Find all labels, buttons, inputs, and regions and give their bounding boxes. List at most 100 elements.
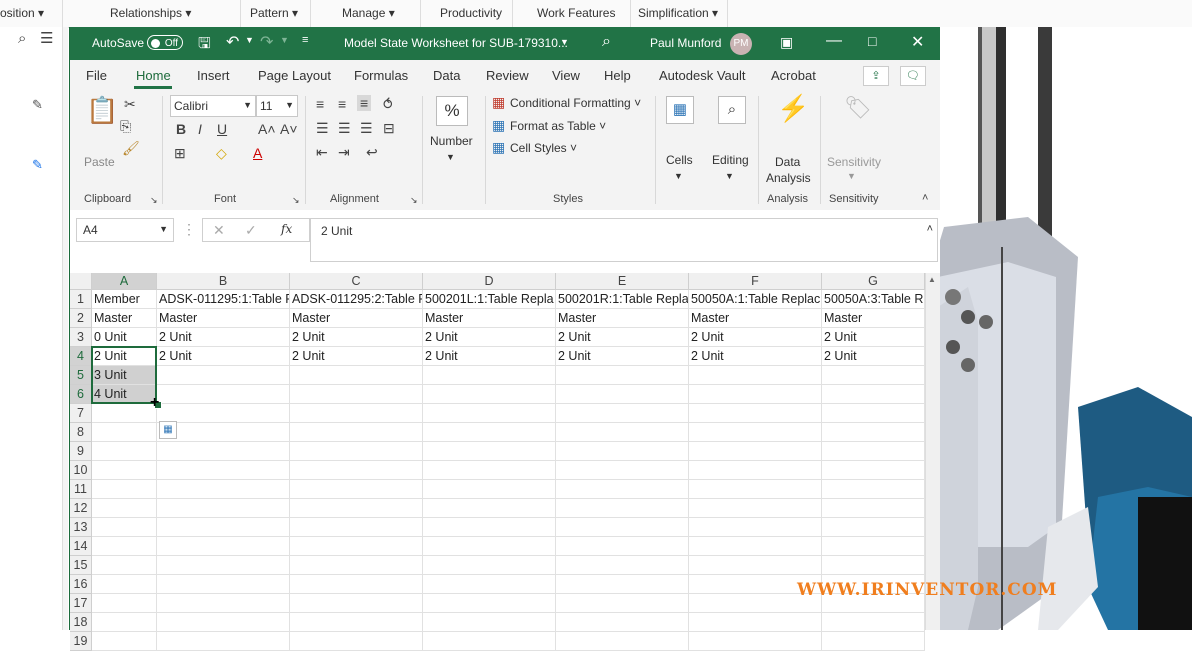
cell-A2[interactable]: Master	[92, 309, 157, 328]
cell-G10[interactable]	[822, 461, 925, 480]
editing-button[interactable]: Editing	[712, 153, 749, 167]
cell-C7[interactable]	[290, 404, 423, 423]
row-header[interactable]: 9	[70, 442, 92, 461]
worksheet-grid[interactable]: A B C D E F G 1 Member ADSK-011295:1:Table F ADSK-…	[70, 273, 925, 651]
menu-icon[interactable]: ☰	[40, 29, 53, 47]
enter-icon[interactable]: ✓	[245, 222, 257, 239]
cell-B13[interactable]	[157, 518, 290, 537]
decrease-indent-icon[interactable]: ⇤	[316, 144, 328, 160]
font-size-select[interactable]: 11 ▼	[256, 95, 298, 117]
cell-F6[interactable]	[689, 385, 822, 404]
cell-A13[interactable]	[92, 518, 157, 537]
share-icon[interactable]: ⇪	[863, 66, 889, 86]
cell-C3[interactable]: 2 Unit	[290, 328, 423, 347]
pencil-icon[interactable]: ✎	[32, 97, 43, 113]
cell-G7[interactable]	[822, 404, 925, 423]
tab-home[interactable]: Home	[136, 68, 171, 83]
cell-C18[interactable]	[290, 613, 423, 632]
cell-B10[interactable]	[157, 461, 290, 480]
inv-menu-position[interactable]: osition ▾	[0, 6, 44, 20]
row-header[interactable]: 5	[70, 366, 92, 385]
cell-E11[interactable]	[556, 480, 689, 499]
cell-A10[interactable]	[92, 461, 157, 480]
cell-F1[interactable]: 50050A:1:Table Replac	[689, 290, 822, 309]
cell-F2[interactable]: Master	[689, 309, 822, 328]
row-header[interactable]: 12	[70, 499, 92, 518]
cell-D8[interactable]	[423, 423, 556, 442]
cell-D17[interactable]	[423, 594, 556, 613]
cell-F11[interactable]	[689, 480, 822, 499]
cell-styles-button[interactable]: Cell Styles ˅	[510, 141, 577, 155]
increase-indent-icon[interactable]: ⇥	[338, 144, 350, 160]
paste-icon[interactable]: 📋	[86, 96, 118, 124]
row-header[interactable]: 17	[70, 594, 92, 613]
cell-B18[interactable]	[157, 613, 290, 632]
cell-E10[interactable]	[556, 461, 689, 480]
column-header[interactable]: G	[822, 273, 925, 290]
row-header[interactable]: 4	[70, 347, 92, 366]
cell-E15[interactable]	[556, 556, 689, 575]
cell-A14[interactable]	[92, 537, 157, 556]
cancel-icon[interactable]: ✕	[213, 222, 225, 239]
cell-E9[interactable]	[556, 442, 689, 461]
vertical-scrollbar[interactable]: ▲	[925, 273, 940, 630]
formula-input[interactable]: 2 Unit ˄	[310, 218, 938, 262]
cell-E6[interactable]	[556, 385, 689, 404]
cell-D1[interactable]: 500201L:1:Table Repla	[423, 290, 556, 309]
cell-B1[interactable]: ADSK-011295:1:Table F	[157, 290, 290, 309]
row-header[interactable]: 16	[70, 575, 92, 594]
cell-C11[interactable]	[290, 480, 423, 499]
cell-G4[interactable]: 2 Unit	[822, 347, 925, 366]
row-header[interactable]: 18	[70, 613, 92, 632]
column-header[interactable]: F	[689, 273, 822, 290]
italic-icon[interactable]: I	[198, 121, 202, 137]
conditional-formatting-button[interactable]: Conditional Formatting ˅	[510, 96, 641, 110]
row-header[interactable]: 1	[70, 290, 92, 309]
row-header[interactable]: 15	[70, 556, 92, 575]
cell-B2[interactable]: Master	[157, 309, 290, 328]
increase-font-icon[interactable]: A˄	[258, 121, 276, 137]
tab-help[interactable]: Help	[604, 68, 631, 83]
font-launcher-icon[interactable]: ↘	[292, 192, 300, 208]
borders-icon[interactable]: ⊞	[174, 145, 186, 161]
cell-A12[interactable]	[92, 499, 157, 518]
format-painter-icon[interactable]: 🖌	[122, 140, 140, 156]
conditional-formatting-icon[interactable]: ▦	[492, 94, 505, 110]
cell-B6[interactable]	[157, 385, 290, 404]
cell-G8[interactable]	[822, 423, 925, 442]
redo-dropdown-icon[interactable]: ▼	[280, 35, 289, 45]
cell-E3[interactable]: 2 Unit	[556, 328, 689, 347]
cell-E7[interactable]	[556, 404, 689, 423]
cell-D10[interactable]	[423, 461, 556, 480]
tab-file[interactable]: File	[86, 68, 107, 83]
inv-menu-productivity[interactable]: Productivity	[440, 6, 502, 20]
cell-E19[interactable]	[556, 632, 689, 651]
row-header[interactable]: 10	[70, 461, 92, 480]
cell-G14[interactable]	[822, 537, 925, 556]
column-header[interactable]: E	[556, 273, 689, 290]
cell-D16[interactable]	[423, 575, 556, 594]
sensitivity-button[interactable]: Sensitivity	[827, 155, 881, 169]
collapse-formula-bar-icon[interactable]: ˄	[927, 223, 933, 235]
alignment-launcher-icon[interactable]: ↘	[410, 192, 418, 208]
cell-E18[interactable]	[556, 613, 689, 632]
column-header[interactable]: D	[423, 273, 556, 290]
search-icon[interactable]: ⌕	[18, 30, 26, 47]
cell-A8[interactable]	[92, 423, 157, 442]
tab-page-layout[interactable]: Page Layout	[258, 68, 331, 83]
cell-F5[interactable]	[689, 366, 822, 385]
inv-menu-manage[interactable]: Manage ▾	[342, 6, 395, 20]
cell-B19[interactable]	[157, 632, 290, 651]
row-header[interactable]: 3	[70, 328, 92, 347]
percent-icon[interactable]: %	[436, 96, 468, 126]
cell-G1[interactable]: 50050A:3:Table R	[822, 290, 925, 309]
cell-F15[interactable]	[689, 556, 822, 575]
format-as-table-button[interactable]: Format as Table ˅	[510, 119, 606, 133]
cell-B4[interactable]: 2 Unit	[157, 347, 290, 366]
cell-F19[interactable]	[689, 632, 822, 651]
cell-D13[interactable]	[423, 518, 556, 537]
cell-F12[interactable]	[689, 499, 822, 518]
align-top-icon[interactable]: ≡	[316, 96, 324, 112]
cell-E2[interactable]: Master	[556, 309, 689, 328]
cell-F9[interactable]	[689, 442, 822, 461]
